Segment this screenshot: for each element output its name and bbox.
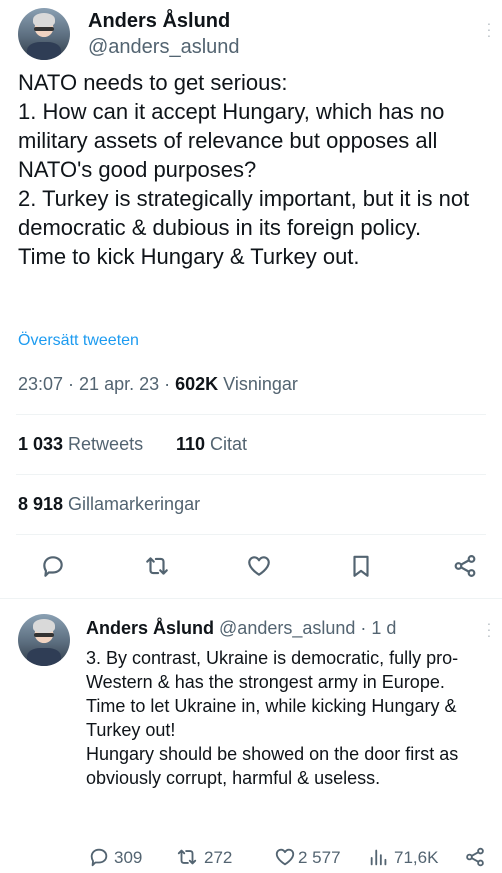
like-icon[interactable] [246, 553, 272, 579]
likes-count: 8 918 [18, 494, 64, 514]
reply-views-count: 71,6K [394, 848, 439, 867]
reply-like-count: 2 577 [298, 848, 341, 867]
retweets-count: 1 033 [18, 434, 64, 454]
retweet-icon[interactable] [144, 553, 170, 579]
reply-icon[interactable] [40, 553, 66, 579]
retweet-stats[interactable]: 1 033 Retweets [18, 434, 143, 455]
retweets-label: Retweets [63, 434, 144, 454]
reply-count: 309 [114, 848, 143, 867]
like-stats[interactable]: 8 918 Gillamarkeringar [18, 494, 200, 515]
reply-header: Anders Åslund @anders_aslund · 1 d [86, 618, 396, 639]
reply-handle-time[interactable]: @anders_aslund · 1 d [219, 618, 396, 638]
author-handle[interactable]: @anders_aslund [88, 36, 240, 59]
divider [16, 474, 486, 475]
reply-like-icon[interactable] [274, 846, 296, 868]
reply-views-icon[interactable] [368, 846, 390, 868]
translate-link[interactable]: Översätt tweeten [18, 332, 139, 350]
bookmark-icon[interactable] [348, 553, 374, 579]
reply-text: 3. By contrast, Ukraine is democratic, f… [86, 648, 459, 788]
more-options-icon[interactable]: · · · [486, 16, 492, 42]
reply-comment-icon[interactable] [88, 846, 110, 868]
divider [0, 598, 502, 599]
share-icon[interactable] [452, 553, 478, 579]
divider [16, 414, 486, 415]
avatar[interactable] [18, 8, 70, 60]
tweet-meta: 23:07 · 21 apr. 23 · 602K Visningar [18, 374, 298, 395]
views-count: 602K [175, 374, 219, 394]
tweet-text: NATO needs to get serious: 1. How can it… [18, 70, 470, 269]
timestamp[interactable]: 23:07 · 21 apr. 23 · [18, 374, 175, 394]
reply-retweet-icon[interactable] [176, 846, 198, 868]
likes-label: Gillamarkeringar [63, 494, 201, 514]
views-label: Visningar [218, 374, 298, 394]
quotes-label: Citat [205, 434, 248, 454]
divider [16, 534, 486, 535]
quote-stats[interactable]: 110 Citat [176, 434, 247, 455]
quotes-count: 110 [176, 434, 206, 454]
reply-share-icon[interactable] [464, 846, 486, 868]
reply-retweet-count: 272 [204, 848, 233, 867]
reply-more-options-icon[interactable]: · · · [486, 616, 492, 642]
author-name[interactable]: Anders Åslund [88, 10, 230, 33]
reply-author-name[interactable]: Anders Åslund [86, 618, 214, 638]
reply-avatar[interactable] [18, 614, 70, 666]
